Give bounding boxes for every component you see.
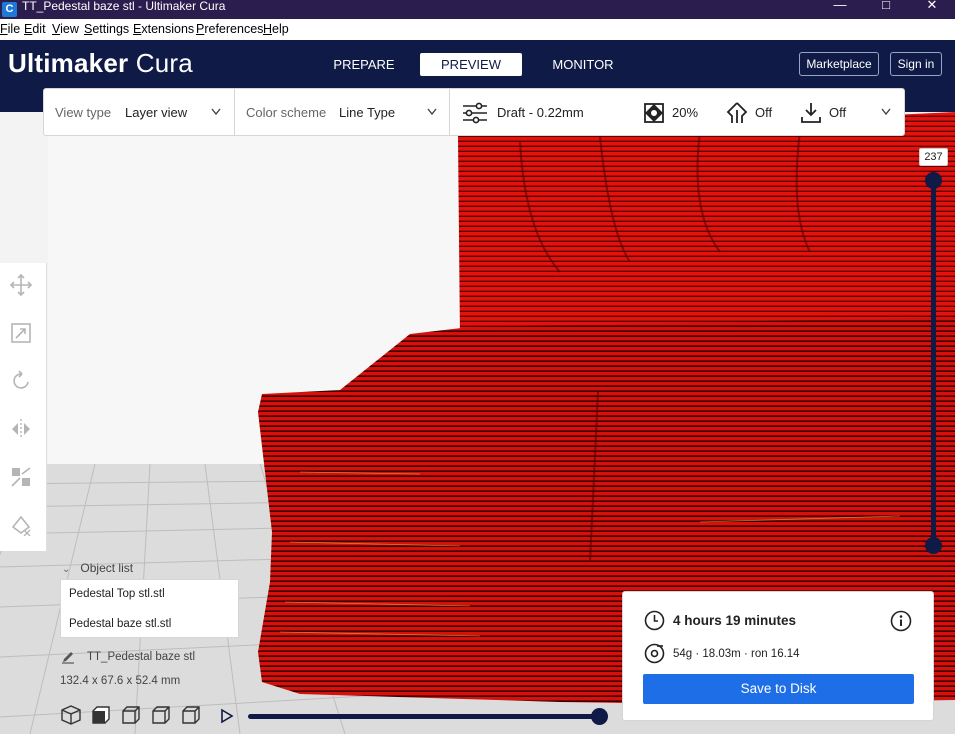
chevron-down-icon[interactable] (881, 108, 891, 116)
menu-file[interactable]: File (0, 22, 20, 36)
path-slider-handle[interactable] (591, 708, 608, 725)
brand-name-light: Cura (135, 48, 193, 78)
support-blocker-icon[interactable] (10, 514, 32, 536)
chevron-down-icon[interactable] (427, 108, 437, 116)
left-view-icon[interactable] (150, 704, 172, 726)
marketplace-button[interactable]: Marketplace (799, 52, 879, 76)
infill-icon (644, 103, 664, 123)
view-type-select[interactable]: Layer view (125, 105, 187, 120)
front-view-icon[interactable] (90, 704, 112, 726)
tab-prepare[interactable]: PREPARE (329, 53, 399, 76)
window-titlebar: C TT_Pedestal baze stl - Ultimaker Cura … (0, 0, 955, 19)
toolbar-divider (449, 89, 450, 135)
menu-help[interactable]: Help (263, 22, 289, 36)
selected-object-name: TT_Pedestal baze stl (87, 651, 196, 663)
infill-value[interactable]: 20% (672, 105, 698, 120)
scale-tool-icon[interactable] (10, 322, 32, 344)
mirror-tool-icon[interactable] (10, 418, 32, 440)
per-model-settings-icon[interactable] (10, 466, 32, 488)
clock-icon (644, 610, 665, 631)
move-tool-icon[interactable] (10, 274, 32, 296)
brand-name-bold: Ultimaker (8, 48, 129, 78)
print-time: 4 hours 19 minutes (673, 613, 797, 628)
support-icon (726, 102, 748, 123)
brand-logo: Ultimaker Cura (8, 48, 193, 79)
object-list-title: Object list (80, 561, 134, 575)
toolbar-divider (234, 89, 235, 135)
color-scheme-label: Color scheme (246, 105, 327, 120)
preview-toolbar: View type Layer view Color scheme Line T… (43, 88, 905, 136)
spool-icon (644, 643, 665, 664)
pencil-icon[interactable] (61, 650, 75, 664)
print-settings-icon[interactable] (462, 102, 488, 124)
chevron-down-icon: ⌄ (62, 564, 71, 575)
layer-slider-track[interactable] (931, 180, 936, 546)
close-icon[interactable]: ✕ (920, 0, 944, 14)
tab-preview[interactable]: PREVIEW (420, 53, 522, 76)
tool-panel (0, 263, 47, 551)
menu-bar: File Edit View Settings Extensions Prefe… (0, 19, 955, 40)
layer-slider-top-handle[interactable] (925, 172, 942, 189)
rotate-tool-icon[interactable] (10, 370, 32, 392)
3d-view-icon[interactable] (60, 704, 82, 726)
layer-slider-bottom-handle[interactable] (925, 537, 942, 554)
support-value[interactable]: Off (755, 105, 772, 120)
menu-view[interactable]: View (52, 22, 79, 36)
minimize-icon[interactable]: — (828, 0, 852, 14)
menu-extensions[interactable]: Extensions (133, 22, 194, 36)
tab-monitor[interactable]: MONITOR (545, 53, 621, 76)
print-info-panel: 4 hours 19 minutes 54g · 18.03m · ron 16… (622, 591, 934, 721)
list-item[interactable]: Pedestal baze stl.stl (69, 618, 171, 630)
adhesion-value[interactable]: Off (829, 105, 846, 120)
adhesion-icon (801, 103, 821, 123)
menu-edit[interactable]: Edit (24, 22, 46, 36)
chevron-down-icon[interactable] (211, 108, 221, 116)
view-type-label: View type (55, 105, 112, 120)
maximize-icon[interactable]: □ (874, 0, 898, 14)
cura-app-icon: C (2, 2, 17, 17)
top-view-icon[interactable] (120, 704, 142, 726)
save-to-disk-button[interactable]: Save to Disk (643, 674, 914, 704)
play-icon[interactable] (219, 708, 235, 724)
path-slider-track[interactable] (248, 714, 602, 719)
object-dimensions: 132.4 x 67.6 x 52.4 mm (60, 675, 181, 687)
info-icon[interactable] (890, 610, 912, 632)
material-usage: 54g · 18.03m · ron 16.14 (673, 648, 800, 660)
color-scheme-select[interactable]: Line Type (339, 105, 395, 120)
menu-preferences[interactable]: Preferences (196, 22, 263, 36)
profile-value[interactable]: Draft - 0.22mm (497, 105, 584, 120)
object-list: Pedestal Top stl.stl Pedestal baze stl.s… (60, 579, 239, 638)
list-item[interactable]: Pedestal Top stl.stl (69, 588, 165, 600)
sign-in-button[interactable]: Sign in (890, 52, 942, 76)
right-view-icon[interactable] (180, 704, 202, 726)
layer-number-badge[interactable]: 237 (919, 148, 948, 166)
window-title: TT_Pedestal baze stl - Ultimaker Cura (22, 0, 226, 13)
object-list-header[interactable]: ⌄ Object list (62, 561, 133, 575)
menu-settings[interactable]: Settings (84, 22, 129, 36)
